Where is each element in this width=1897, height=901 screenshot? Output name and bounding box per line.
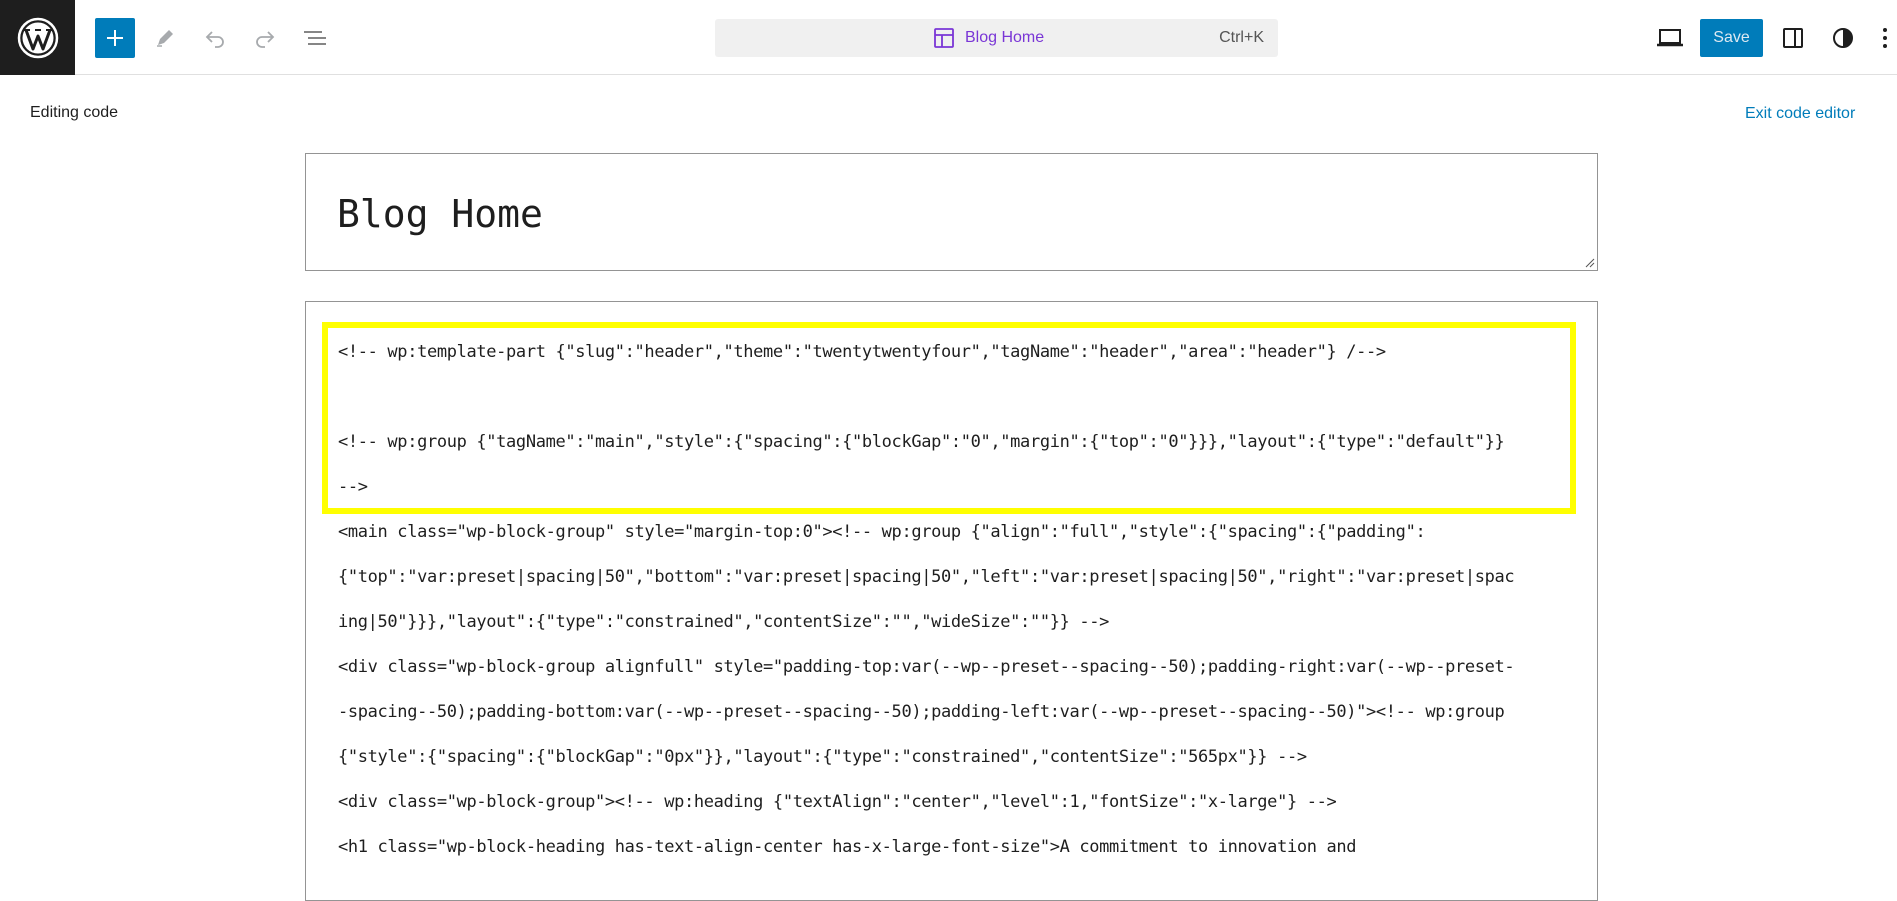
desktop-icon <box>1657 29 1683 47</box>
more-vertical-icon <box>1883 28 1887 48</box>
layout-template-icon <box>934 28 954 48</box>
code-line: <div class="wp-block-group"><!-- wp:head… <box>338 792 1337 812</box>
resize-handle-icon[interactable] <box>1583 256 1595 268</box>
styles-button[interactable] <box>1823 18 1863 58</box>
redo-icon <box>256 31 275 48</box>
save-button[interactable]: Save <box>1700 19 1763 57</box>
undo-icon <box>205 31 224 48</box>
code-line: <!-- wp:template-part {"slug":"header","… <box>338 342 1386 362</box>
editor-header: Blog Home Ctrl+K Save <box>0 0 1897 75</box>
document-title[interactable]: Blog Home <box>933 19 1044 57</box>
code-line: <main class="wp-block-group" style="marg… <box>338 522 1426 542</box>
code-line: -spacing--50);padding-bottom:var(--wp--p… <box>338 702 1505 722</box>
settings-sidebar-button[interactable] <box>1773 18 1813 58</box>
contrast-icon <box>1833 28 1853 48</box>
block-inserter-button[interactable] <box>95 18 135 58</box>
code-line: <div class="wp-block-group alignfull" st… <box>338 657 1515 677</box>
redo-button[interactable] <box>245 18 285 58</box>
code-line: <h1 class="wp-block-heading has-text-ali… <box>338 837 1357 857</box>
wordpress-logo-svg <box>17 17 58 58</box>
document-overview-button[interactable] <box>295 18 335 58</box>
plus-icon <box>107 30 123 46</box>
post-title-text: Blog Home <box>337 192 543 236</box>
keyboard-shortcut: Ctrl+K <box>1219 29 1264 46</box>
undo-button[interactable] <box>195 18 235 58</box>
code-editor-textarea[interactable]: <!-- wp:template-part {"slug":"header","… <box>305 301 1598 901</box>
code-line: {"top":"var:preset|spacing|50","bottom":… <box>338 567 1515 587</box>
sidebar-icon <box>1783 28 1803 48</box>
post-title-field[interactable]: Blog Home <box>305 153 1598 271</box>
pencil-icon <box>157 30 173 47</box>
command-palette-bar[interactable]: Blog Home Ctrl+K <box>715 19 1278 57</box>
code-line: --> <box>338 477 368 497</box>
code-line: <!-- wp:group {"tagName":"main","style":… <box>338 432 1505 452</box>
document-title-text: Blog Home <box>965 29 1045 46</box>
preview-button[interactable] <box>1650 18 1690 58</box>
options-menu-button[interactable] <box>1873 18 1897 58</box>
list-view-icon <box>304 31 326 45</box>
editing-code-label: Editing code <box>30 104 119 121</box>
exit-code-editor-button[interactable]: Exit code editor <box>1745 105 1855 123</box>
wordpress-logo-icon[interactable] <box>0 0 75 75</box>
tools-button[interactable] <box>145 18 185 58</box>
code-line: ing|50"}}},"layout":{"type":"constrained… <box>338 612 1110 632</box>
code-line: {"style":{"spacing":{"blockGap":"0px"}},… <box>338 747 1307 767</box>
